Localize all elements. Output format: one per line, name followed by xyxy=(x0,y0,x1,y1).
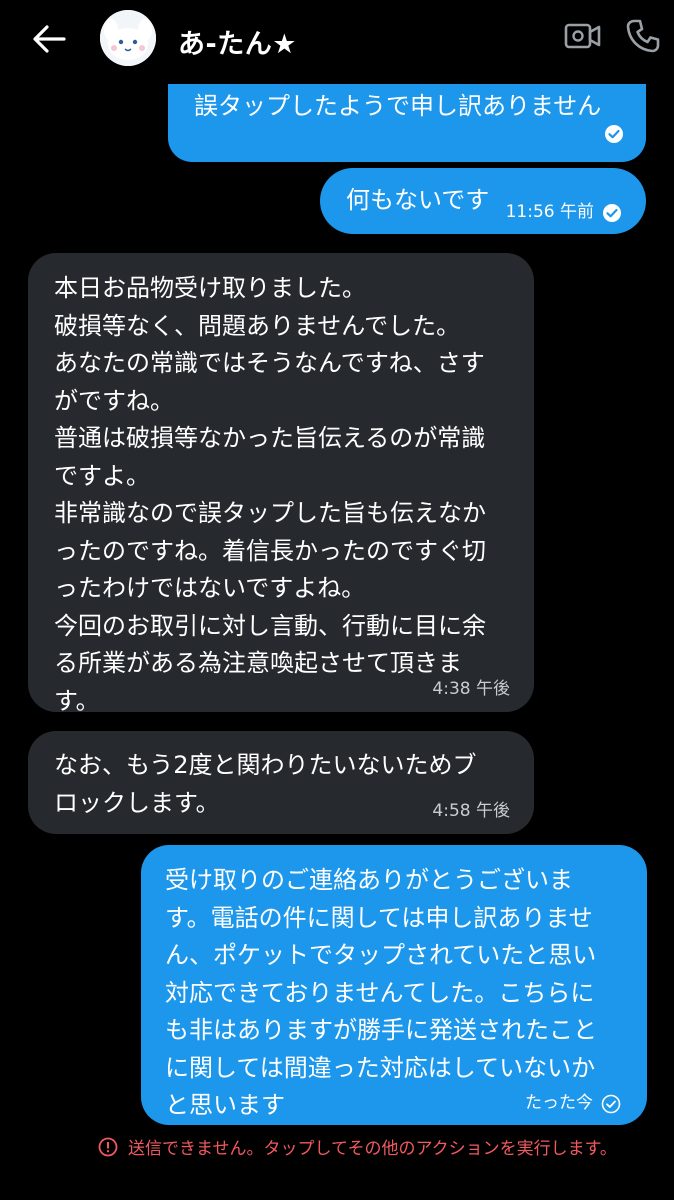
avatar-image xyxy=(100,10,156,66)
message-meta: たった今 xyxy=(525,1085,621,1123)
message-text: 本日お品物受け取りました。 破損等なく、問題ありませんでした。 あなたの常識では… xyxy=(54,274,486,715)
message-meta: 4:38 午後 xyxy=(432,671,510,709)
message-bubble[interactable]: 受け取りのご連絡ありがとうございま す。電話の件に関しては申し訳ありませ ん、ポ… xyxy=(141,845,647,1125)
video-call-icon xyxy=(564,23,601,49)
message-time: たった今 xyxy=(525,1093,593,1113)
chat-header: あ-たん★ xyxy=(0,0,674,84)
send-error-notice[interactable]: 送信できません。タップしてその他のアクションを実行します。 xyxy=(98,1134,617,1159)
message-text: 誤タップしたようで申し訳ありません xyxy=(194,92,602,120)
contact-name[interactable]: あ-たん★ xyxy=(178,22,297,61)
back-arrow-icon xyxy=(33,25,66,53)
message-meta: 4:58 午後 xyxy=(432,793,510,831)
alert-circle-icon xyxy=(98,1137,118,1157)
avatar[interactable] xyxy=(100,10,156,66)
message-bubble[interactable]: 何もないです 11:56 午前 xyxy=(320,168,646,234)
phone-call-button[interactable] xyxy=(620,14,666,58)
message-meta xyxy=(596,124,624,144)
video-call-button[interactable] xyxy=(562,16,604,56)
message-time: 4:38 午後 xyxy=(432,679,510,699)
send-error-text: 送信できません。タップしてその他のアクションを実行します。 xyxy=(128,1139,617,1159)
message-time: 11:56 午前 xyxy=(505,202,594,222)
read-check-icon xyxy=(604,124,624,144)
phone-call-icon xyxy=(626,19,660,53)
message-bubble[interactable]: 本日お品物受け取りました。 破損等なく、問題ありませんでした。 あなたの常識では… xyxy=(28,253,534,715)
message-bubble[interactable]: なお、もう2度と関わりたいないためブ ロックします。 4:58 午後 xyxy=(28,731,534,834)
read-check-icon xyxy=(602,203,622,223)
message-time: 4:58 午後 xyxy=(432,801,510,821)
sent-check-icon xyxy=(601,1094,621,1114)
message-bubble[interactable]: 誤タップしたようで申し訳ありません xyxy=(168,84,646,162)
message-meta: 11:56 午前 xyxy=(506,194,622,232)
back-button[interactable] xyxy=(26,16,72,62)
